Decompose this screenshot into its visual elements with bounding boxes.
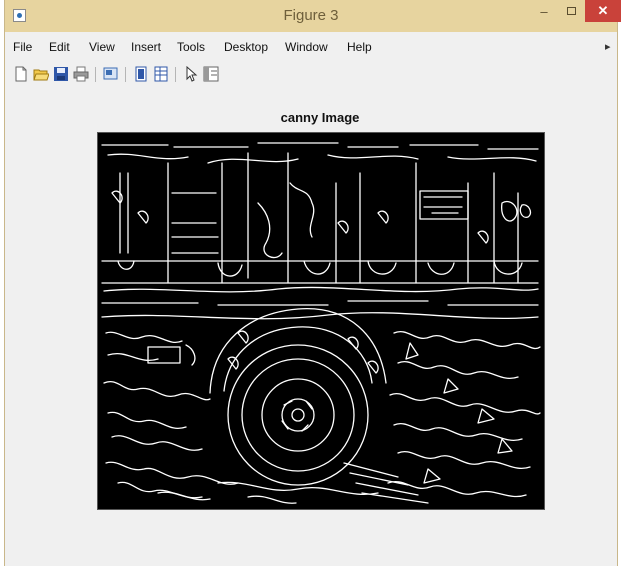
minimize-icon: – [540, 3, 548, 19]
maximize-icon [566, 7, 576, 15]
menu-desktop[interactable]: Desktop [224, 40, 268, 54]
title-bar[interactable]: Figure 3 – ✕ [5, 0, 621, 32]
open-file-icon[interactable] [33, 66, 50, 82]
menu-edit[interactable]: Edit [49, 40, 70, 54]
edge-map-drawing [101, 142, 541, 504]
menu-help[interactable]: Help [347, 40, 372, 54]
link-plot-icon[interactable] [133, 66, 149, 82]
canny-edge-image [97, 132, 545, 510]
menu-file[interactable]: File [13, 40, 32, 54]
maximize-button[interactable] [558, 0, 584, 22]
window-title: Figure 3 [283, 7, 339, 24]
edit-plot-icon[interactable] [183, 65, 199, 82]
menu-bar: File Edit View Insert Tools Desktop Wind… [5, 36, 617, 60]
close-icon: ✕ [597, 3, 609, 18]
menu-window[interactable]: Window [285, 40, 328, 54]
show-plot-tools-icon[interactable] [203, 66, 219, 82]
print-preview-icon[interactable] [103, 66, 119, 82]
toolbar-separator [175, 67, 176, 82]
axes-title: canny Image [280, 110, 360, 125]
menu-tools[interactable]: Tools [177, 40, 205, 54]
menu-insert[interactable]: Insert [131, 40, 161, 54]
menu-overflow-arrow-icon[interactable]: ▸ [605, 40, 611, 53]
toolbar-separator [125, 67, 126, 82]
figure-window: Figure 3 – ✕ File Edit View Insert Tools… [4, 0, 621, 566]
new-figure-icon[interactable] [13, 66, 29, 82]
figure-canvas: canny Image [5, 92, 617, 566]
toolbar-separator [95, 67, 96, 82]
menu-view[interactable]: View [89, 40, 115, 54]
print-icon[interactable] [73, 66, 89, 82]
close-button[interactable]: ✕ [585, 0, 621, 22]
minimize-button[interactable]: – [531, 0, 557, 22]
figure-toolbar [5, 62, 617, 88]
insert-colorbar-icon[interactable] [153, 66, 169, 82]
save-icon[interactable] [53, 66, 69, 82]
